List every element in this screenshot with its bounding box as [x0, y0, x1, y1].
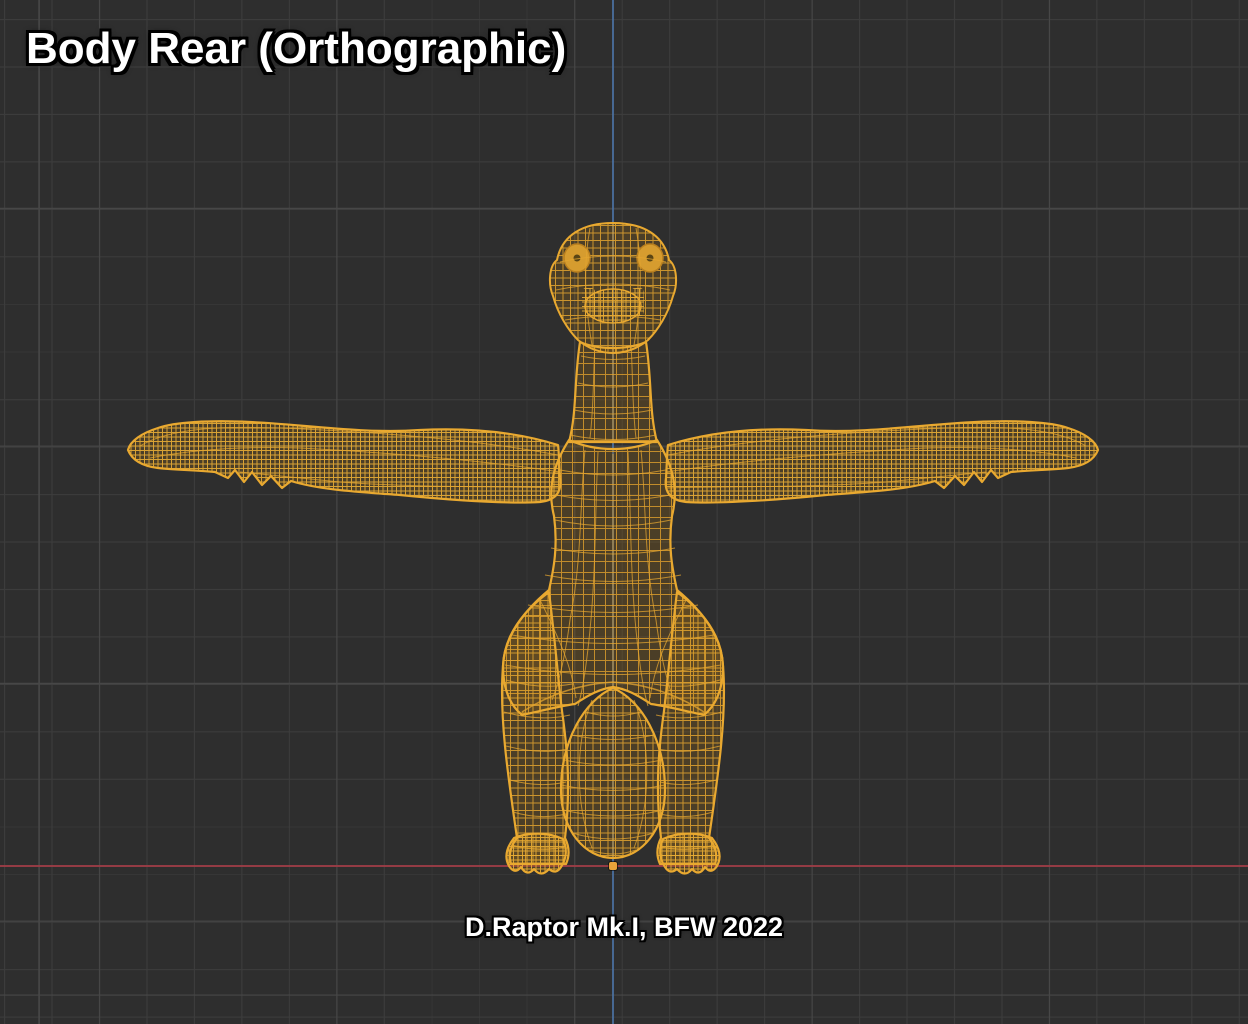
model-flow-lines [139, 224, 1087, 858]
model-caption: D.Raptor Mk.I, BFW 2022 [464, 912, 784, 942]
object-origin-dot[interactable] [609, 862, 617, 870]
screenshot-stage: Body Rear (Orthographic) D.Raptor Mk.I, … [0, 0, 1248, 1024]
wireframe-raptor-model[interactable] [0, 0, 1248, 1024]
view-title: Body Rear (Orthographic) [26, 24, 567, 73]
